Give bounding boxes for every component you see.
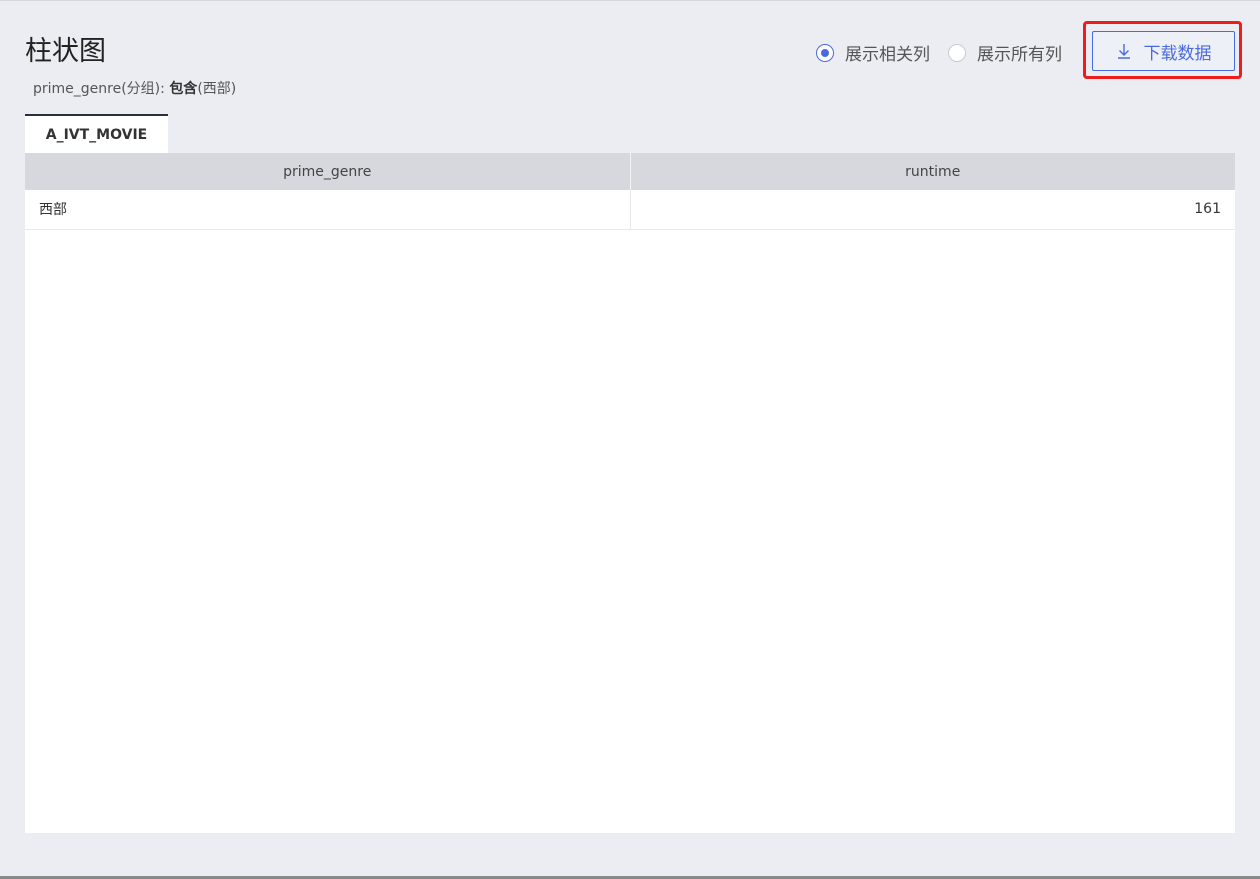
data-table-panel: prime_genre runtime 西部 161 xyxy=(25,153,1235,833)
radio-label: 展示相关列 xyxy=(845,45,930,65)
filter-value: (西部) xyxy=(197,81,237,97)
column-header-prime-genre[interactable]: prime_genre xyxy=(25,153,631,190)
radio-show-related-columns[interactable]: 展示相关列 xyxy=(816,40,930,65)
filter-field: prime_genre(分组): xyxy=(33,81,170,97)
radio-label: 展示所有列 xyxy=(977,45,1062,65)
download-data-button[interactable]: 下载数据 xyxy=(1092,31,1235,71)
table-header-row: prime_genre runtime xyxy=(25,153,1235,190)
radio-unchecked-icon xyxy=(948,43,966,62)
radio-show-all-columns[interactable]: 展示所有列 xyxy=(948,40,1062,65)
radio-checked-icon xyxy=(816,43,834,62)
cell-runtime: 161 xyxy=(630,190,1235,230)
top-border xyxy=(0,0,1260,1)
filter-operator: 包含 xyxy=(169,81,198,97)
cell-prime-genre: 西部 xyxy=(25,190,631,230)
download-icon xyxy=(1117,44,1130,59)
tab-a-ivt-movie[interactable]: A_IVT_MOVIE xyxy=(25,114,168,154)
table-row: 西部 161 xyxy=(25,190,1235,230)
data-table: prime_genre runtime 西部 161 xyxy=(25,153,1235,230)
filter-summary: prime_genre(分组): 包含(西部) xyxy=(33,80,236,98)
column-view-toggle: 展示相关列 展示所有列 xyxy=(816,40,1062,65)
page-title: 柱状图 xyxy=(25,36,106,67)
download-label: 下载数据 xyxy=(1143,43,1212,64)
column-header-runtime[interactable]: runtime xyxy=(630,153,1235,190)
